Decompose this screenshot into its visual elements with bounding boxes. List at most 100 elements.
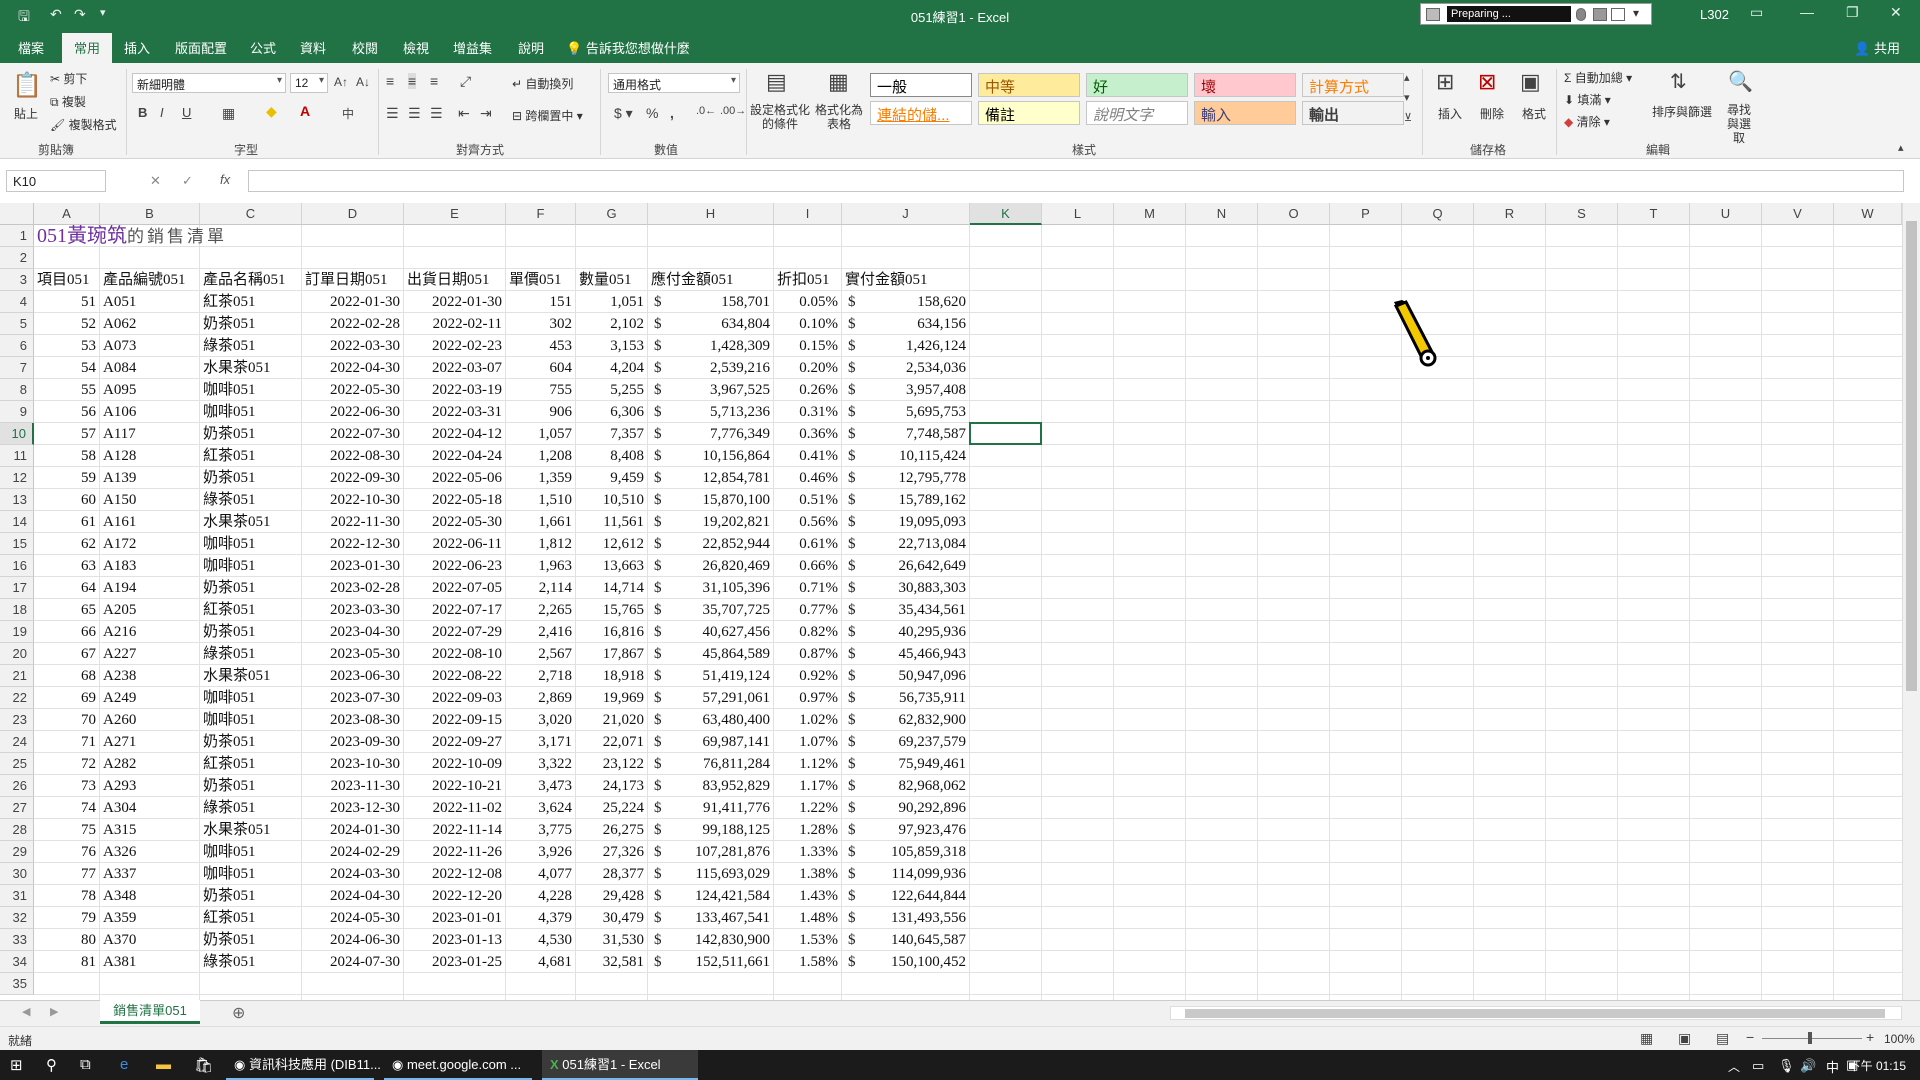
table-cell[interactable]: 10,510 — [576, 489, 648, 511]
column-header[interactable]: R — [1474, 203, 1546, 225]
decrease-indent-icon[interactable]: ⇤ — [458, 105, 470, 122]
autosum-button[interactable]: Σ 自動加總 ▾ — [1564, 69, 1632, 86]
table-cell[interactable]: 2024-01-30 — [302, 819, 404, 841]
table-cell[interactable]: 1,426,124 — [842, 335, 970, 357]
zoom-out-icon[interactable]: − — [1746, 1029, 1754, 1045]
table-cell[interactable]: 紅茶051 — [200, 599, 302, 621]
table-cell[interactable]: A205 — [100, 599, 200, 621]
table-cell[interactable]: 1,051 — [576, 291, 648, 313]
table-cell[interactable]: 133,467,541 — [648, 907, 774, 929]
table-cell[interactable]: 19,969 — [576, 687, 648, 709]
bold-icon[interactable]: B — [138, 105, 147, 120]
table-cell[interactable]: 114,099,936 — [842, 863, 970, 885]
table-cell[interactable]: 2023-06-30 — [302, 665, 404, 687]
table-cell[interactable]: 3,171 — [506, 731, 576, 753]
microphone-icon[interactable]: 🎙 — [1778, 1058, 1795, 1074]
table-cell[interactable]: 3,153 — [576, 335, 648, 357]
vertical-scrollbar[interactable] — [1902, 203, 1920, 1003]
table-cell[interactable]: 72 — [34, 753, 100, 775]
table-cell[interactable]: 73 — [34, 775, 100, 797]
table-cell[interactable]: 咖啡051 — [200, 709, 302, 731]
table-cell[interactable]: 0.36% — [774, 423, 842, 445]
font-size-select[interactable]: 12 — [290, 73, 328, 93]
table-cell[interactable]: 1.07% — [774, 731, 842, 753]
table-cell[interactable]: 12,854,781 — [648, 467, 774, 489]
table-cell[interactable]: 76 — [34, 841, 100, 863]
table-cell[interactable]: 99,188,125 — [648, 819, 774, 841]
borders-icon[interactable]: ▦ — [222, 105, 235, 122]
table-cell[interactable]: 97,923,476 — [842, 819, 970, 841]
tab-home[interactable]: 常用 — [62, 33, 113, 63]
table-cell[interactable]: 28,377 — [576, 863, 648, 885]
table-cell[interactable]: 2022-08-22 — [404, 665, 506, 687]
table-cell[interactable]: A227 — [100, 643, 200, 665]
format-cells-icon[interactable]: ▣ — [1520, 69, 1541, 95]
table-cell[interactable]: 1.48% — [774, 907, 842, 929]
table-cell[interactable]: 2022-03-30 — [302, 335, 404, 357]
table-cell[interactable]: 2024-03-30 — [302, 863, 404, 885]
tab-addins[interactable]: 增益集 — [453, 38, 492, 57]
table-cell[interactable]: 0.10% — [774, 313, 842, 335]
table-cell[interactable]: 78 — [34, 885, 100, 907]
table-cell[interactable]: 14,714 — [576, 577, 648, 599]
share-button[interactable]: 👤 共用 — [1854, 38, 1900, 57]
increase-decimal-icon[interactable]: .0← — [696, 105, 716, 117]
row-header[interactable]: 10 — [0, 423, 34, 445]
cell-style-option[interactable]: 輸入 — [1194, 101, 1296, 125]
delete-cells-button[interactable]: 刪除 — [1480, 105, 1504, 122]
shrink-font-icon[interactable]: A↓ — [356, 75, 370, 89]
table-cell[interactable]: 2022-11-14 — [404, 819, 506, 841]
scroll-thumb[interactable] — [1906, 221, 1917, 691]
table-cell[interactable]: 4,077 — [506, 863, 576, 885]
table-cell[interactable]: 9,459 — [576, 467, 648, 489]
table-cell[interactable]: 3,020 — [506, 709, 576, 731]
table-cell[interactable]: 2022-06-30 — [302, 401, 404, 423]
table-cell[interactable]: 2022-04-24 — [404, 445, 506, 467]
table-cell[interactable]: 2022-05-30 — [404, 511, 506, 533]
file-explorer-icon[interactable]: ▬ — [156, 1056, 171, 1073]
table-cell[interactable]: 131,493,556 — [842, 907, 970, 929]
zoom-level[interactable]: 100% — [1884, 1032, 1915, 1046]
table-cell[interactable]: 0.97% — [774, 687, 842, 709]
table-cell[interactable]: 83,952,829 — [648, 775, 774, 797]
row-header[interactable]: 23 — [0, 709, 34, 731]
row-header[interactable]: 27 — [0, 797, 34, 819]
column-header[interactable]: H — [648, 203, 774, 225]
taskbar-clock[interactable]: 下午 01:15 — [1849, 1057, 1906, 1074]
table-cell[interactable]: 2022-03-31 — [404, 401, 506, 423]
task-view-icon[interactable]: ⧉ — [80, 1056, 91, 1073]
table-cell[interactable]: 76,811,284 — [648, 753, 774, 775]
table-cell[interactable]: 57,291,061 — [648, 687, 774, 709]
table-cell[interactable]: 5,255 — [576, 379, 648, 401]
column-title-cell[interactable]: 產品編號051 — [100, 269, 186, 291]
table-cell[interactable]: A260 — [100, 709, 200, 731]
find-select-icon[interactable]: 🔍 — [1728, 69, 1753, 94]
normal-view-icon[interactable]: ▦ — [1640, 1030, 1653, 1047]
table-cell[interactable]: 奶茶051 — [200, 621, 302, 643]
table-cell[interactable]: 453 — [506, 335, 576, 357]
table-cell[interactable]: 30,883,303 — [842, 577, 970, 599]
taskbar-item-chrome-1[interactable]: ◉ 資訊科技應用 (DIB11... — [226, 1050, 381, 1080]
table-cell[interactable]: 71 — [34, 731, 100, 753]
table-cell[interactable]: 水果茶051 — [200, 665, 302, 687]
scroll-thumb[interactable] — [1185, 1009, 1885, 1018]
table-cell[interactable]: 24,173 — [576, 775, 648, 797]
table-cell[interactable]: 1,057 — [506, 423, 576, 445]
table-cell[interactable]: A062 — [100, 313, 200, 335]
table-cell[interactable]: A095 — [100, 379, 200, 401]
sort-filter-button[interactable]: 排序與篩選 — [1652, 103, 1712, 120]
table-cell[interactable]: 2024-07-30 — [302, 951, 404, 973]
table-cell[interactable]: 23,122 — [576, 753, 648, 775]
align-bottom-icon[interactable]: ≡ — [430, 73, 438, 89]
close-icon[interactable]: ✕ — [1890, 4, 1902, 21]
row-header[interactable]: 35 — [0, 973, 34, 995]
row-header[interactable]: 25 — [0, 753, 34, 775]
table-cell[interactable]: 0.61% — [774, 533, 842, 555]
row-header[interactable]: 24 — [0, 731, 34, 753]
table-cell[interactable]: 0.46% — [774, 467, 842, 489]
column-title-cell[interactable]: 數量051 — [576, 269, 632, 291]
table-cell[interactable]: 2022-11-26 — [404, 841, 506, 863]
table-cell[interactable]: 19,095,093 — [842, 511, 970, 533]
table-cell[interactable]: 咖啡051 — [200, 379, 302, 401]
table-cell[interactable]: 12,795,778 — [842, 467, 970, 489]
